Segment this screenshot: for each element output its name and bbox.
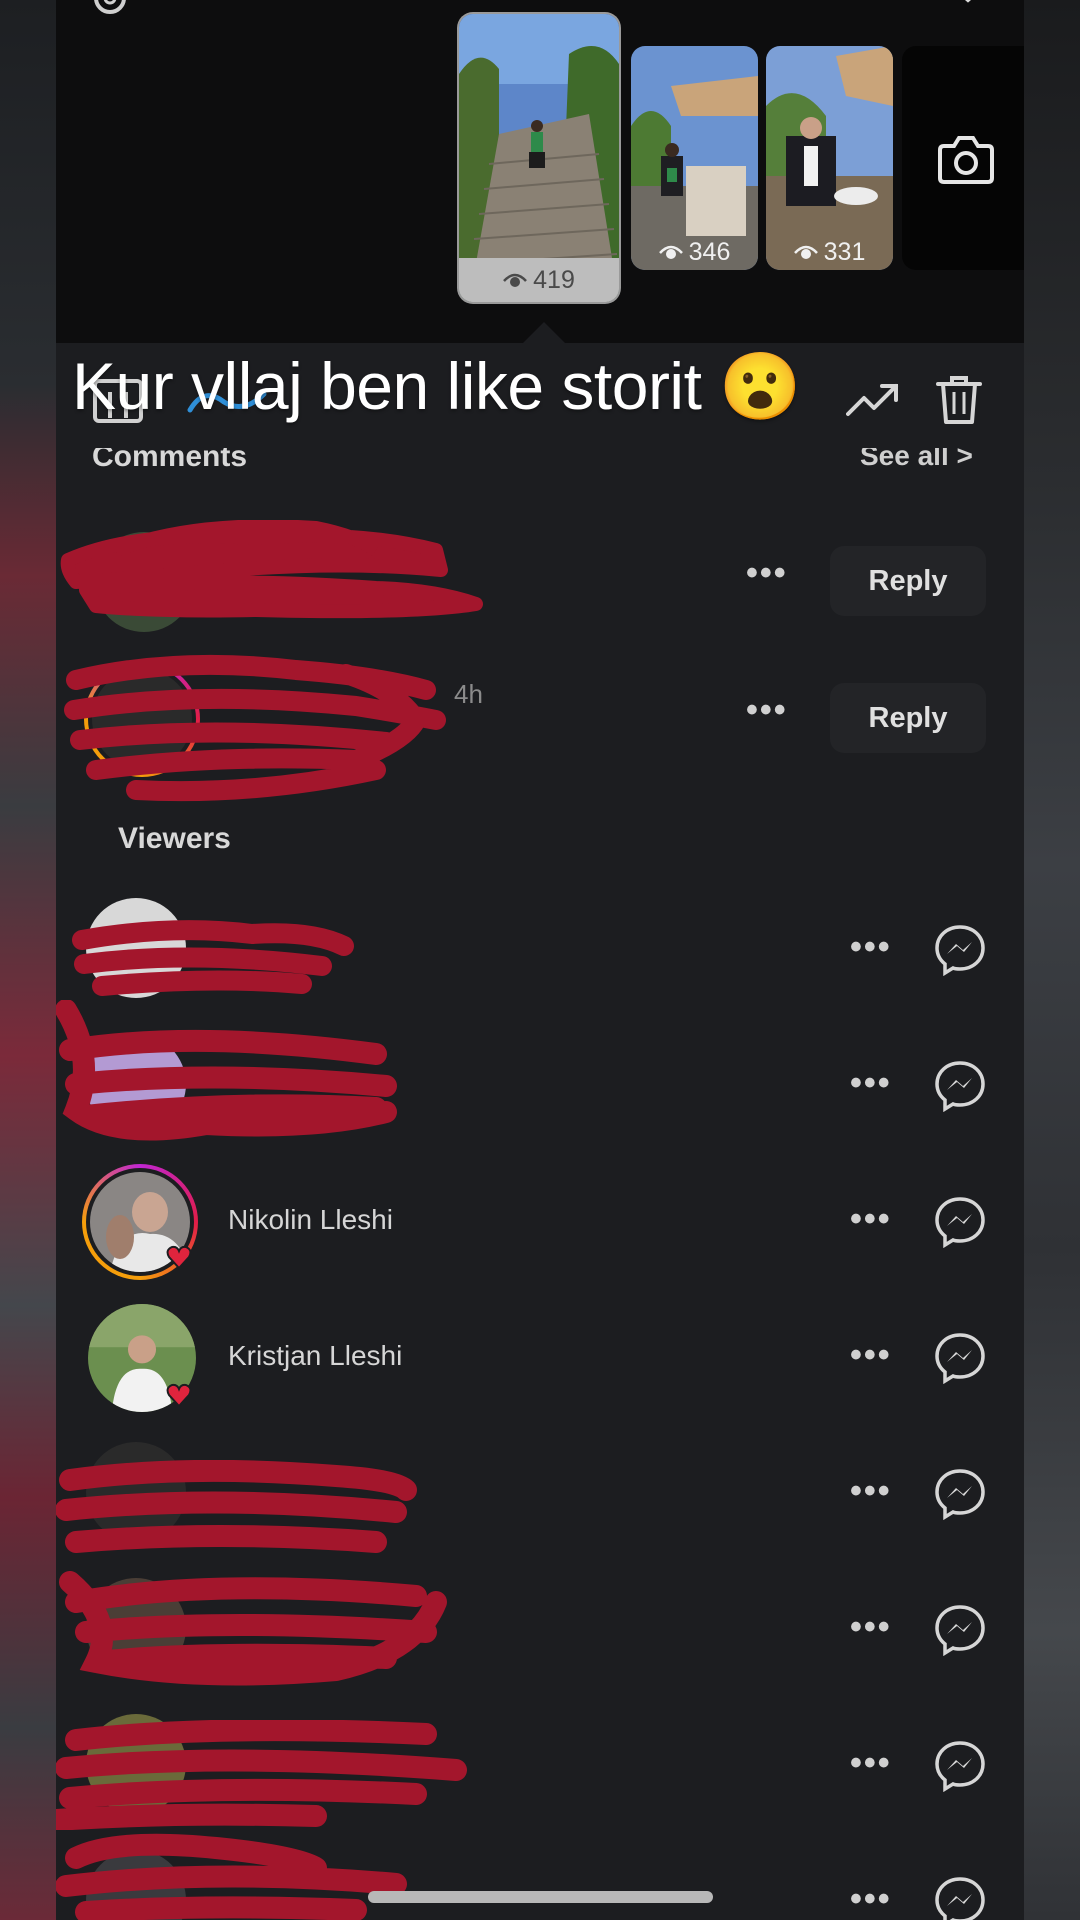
view-count: 346 xyxy=(631,234,758,270)
view-count-value: 419 xyxy=(533,265,575,294)
messenger-icon[interactable] xyxy=(934,1332,986,1384)
messenger-icon[interactable] xyxy=(934,1196,986,1248)
messenger-icon[interactable] xyxy=(934,1060,986,1112)
more-icon[interactable]: ••• xyxy=(850,1336,892,1375)
story-thumbnail[interactable]: 346 xyxy=(631,46,758,270)
eye-icon xyxy=(503,273,528,287)
story-thumbnail[interactable]: 331 xyxy=(766,46,893,270)
messenger-icon[interactable] xyxy=(934,1468,986,1520)
more-icon[interactable]: ••• xyxy=(850,1744,892,1783)
settings-icon[interactable] xyxy=(90,0,130,18)
viewer-row[interactable]: Nikolin Lleshi ••• xyxy=(56,1162,1024,1282)
more-icon[interactable]: ••• xyxy=(850,1200,892,1239)
more-icon[interactable]: ••• xyxy=(746,554,788,593)
messenger-icon[interactable] xyxy=(934,1740,986,1792)
story-caption-overlay: Kur vllaj ben like storit 😮 xyxy=(72,349,801,423)
reply-button[interactable]: Reply xyxy=(830,683,986,753)
close-icon[interactable] xyxy=(946,0,990,22)
eye-icon xyxy=(793,245,818,259)
viewer-name: Nikolin Lleshi xyxy=(228,1204,393,1235)
messenger-icon[interactable] xyxy=(934,1876,986,1920)
more-icon[interactable]: ••• xyxy=(746,691,788,730)
blurred-background-left xyxy=(0,0,56,1920)
viewer-name: Kristjan Lleshi xyxy=(228,1340,403,1371)
more-icon[interactable]: ••• xyxy=(850,1880,892,1919)
story-thumbnail[interactable]: 419 xyxy=(459,14,619,302)
redaction-scribble xyxy=(59,1571,447,1686)
messenger-icon[interactable] xyxy=(934,1604,986,1656)
add-story-tile[interactable] xyxy=(902,46,1024,270)
redaction-scribble xyxy=(56,1000,397,1141)
more-icon[interactable]: ••• xyxy=(850,1608,892,1647)
viewer-row[interactable]: Kristjan Lleshi ••• xyxy=(56,1298,1024,1418)
viewers-section-title: Viewers xyxy=(118,822,231,855)
story-insights-screen: 419 346 331 Kur vllaj ben like storit 😮 … xyxy=(56,0,1024,1920)
redaction-scribble xyxy=(72,920,354,996)
redaction-scribble xyxy=(60,520,483,619)
more-icon[interactable]: ••• xyxy=(850,1064,892,1103)
see-all-link[interactable]: See all > xyxy=(860,448,973,472)
eye-icon xyxy=(658,245,683,259)
view-count: 419 xyxy=(459,258,619,302)
view-count-value: 346 xyxy=(688,237,731,266)
selected-thumbnail-pointer xyxy=(522,322,566,344)
home-indicator[interactable] xyxy=(368,1891,713,1903)
trash-icon[interactable] xyxy=(936,374,982,426)
view-count-value: 331 xyxy=(823,237,866,266)
story-thumbnail-strip: 419 346 331 xyxy=(56,0,1024,343)
camera-icon xyxy=(938,136,994,184)
redaction-scribble xyxy=(56,1720,467,1830)
comments-section-title: Comments xyxy=(92,440,248,473)
heart-icon xyxy=(166,1245,192,1270)
more-icon[interactable]: ••• xyxy=(850,1472,892,1511)
redaction-scribble xyxy=(64,654,446,802)
more-icon[interactable]: ••• xyxy=(850,928,892,967)
blurred-background-right xyxy=(1024,0,1080,1920)
redaction-scribble xyxy=(56,1460,417,1553)
redaction-scribble xyxy=(56,1833,407,1920)
trending-icon[interactable] xyxy=(846,380,900,420)
reply-button[interactable]: Reply xyxy=(830,546,986,616)
heart-icon xyxy=(166,1383,192,1408)
view-count: 331 xyxy=(766,234,893,270)
messenger-icon[interactable] xyxy=(934,924,986,976)
